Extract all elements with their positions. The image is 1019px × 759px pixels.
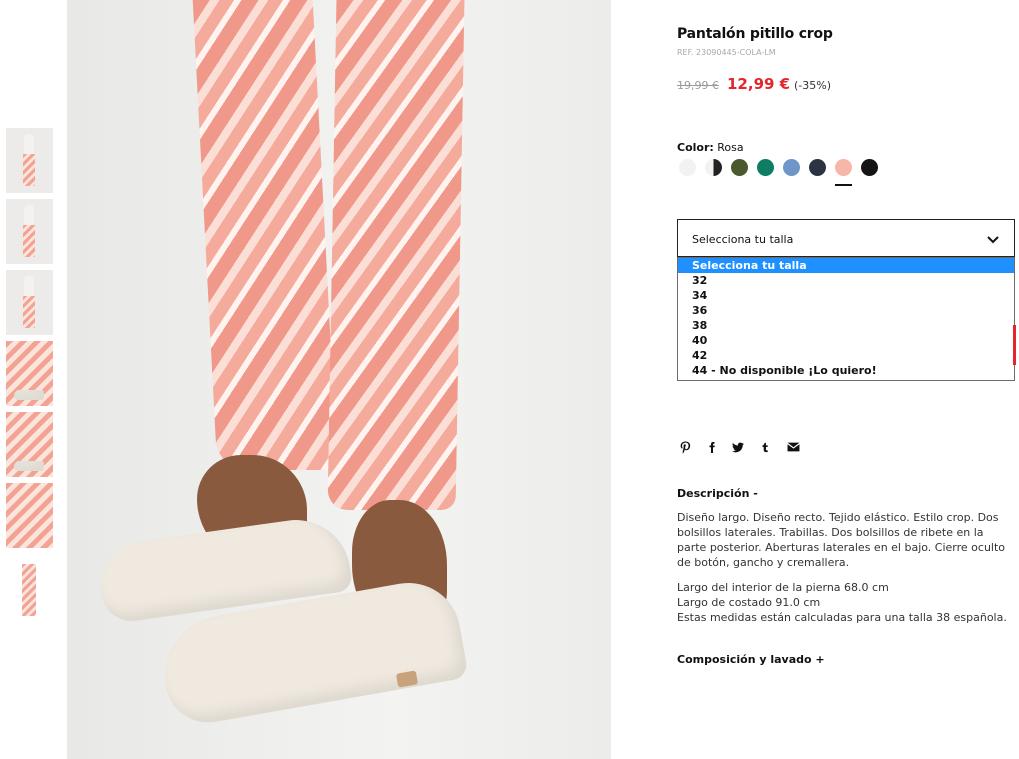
color-swatches (679, 159, 899, 189)
measure-note: Estas medidas están calculadas para una … (677, 611, 1007, 624)
color-swatch-white[interactable] (679, 159, 696, 176)
size-option[interactable]: 40 (678, 333, 1014, 348)
thumbnail-5[interactable] (6, 412, 53, 477)
product-title: Pantalón pitillo crop (677, 26, 833, 42)
trouser-leg-left (192, 0, 338, 470)
twitter-icon[interactable] (730, 439, 746, 455)
selected-color-indicator (835, 184, 852, 186)
thumbnail-2[interactable] (6, 199, 53, 264)
composition-toggle[interactable]: Composición y lavado + (677, 653, 825, 666)
color-swatch-navy[interactable] (809, 159, 826, 176)
size-dropdown-list: Selecciona tu talla 32 34 36 38 40 42 44 - No d… (677, 257, 1015, 381)
measurements: Largo del interior de la pierna 68.0 cm … (677, 580, 1015, 625)
color-swatch-khaki[interactable] (731, 159, 748, 176)
size-option[interactable]: 32 (678, 273, 1014, 288)
color-label-value: Rosa (717, 141, 744, 154)
measure-outseam: Largo de costado 91.0 cm (677, 596, 821, 609)
sale-price: 12,99 € (727, 75, 791, 93)
size-option[interactable]: Selecciona tu talla (678, 258, 1014, 273)
color-swatch-blue[interactable] (783, 159, 800, 176)
thumbnail-7[interactable] (6, 554, 53, 619)
color-label-key: Color: (677, 141, 714, 154)
size-option[interactable]: 36 (678, 303, 1014, 318)
measure-inseam: Largo del interior de la pierna 68.0 cm (677, 581, 889, 594)
product-reference: REF. 23090445-COLA-LM (677, 48, 776, 57)
size-option[interactable]: 34 (678, 288, 1014, 303)
description-text: Diseño largo. Diseño recto. Tejido elást… (677, 511, 1006, 569)
mail-icon[interactable] (785, 439, 801, 455)
pinterest-icon[interactable] (677, 439, 693, 455)
main-product-image[interactable] (67, 0, 611, 759)
thumbnail-gallery (6, 128, 53, 625)
original-price: 19,99 € (677, 79, 719, 92)
thumbnail-6[interactable] (6, 483, 53, 548)
size-option[interactable]: 44 - No disponible ¡Lo quiero! (678, 363, 1014, 378)
size-option[interactable]: 38 (678, 318, 1014, 333)
color-swatch-pink[interactable] (835, 159, 852, 176)
color-swatch-black[interactable] (861, 159, 878, 176)
tumblr-icon[interactable] (757, 439, 773, 455)
color-swatch-black-white[interactable] (705, 159, 722, 176)
chevron-down-icon (987, 236, 999, 244)
size-option[interactable]: 42 (678, 348, 1014, 363)
description-toggle[interactable]: Descripción - (677, 487, 758, 500)
facebook-icon[interactable] (704, 439, 720, 455)
color-label: Color: Rosa (677, 141, 744, 154)
color-swatch-green[interactable] (757, 159, 774, 176)
discount-percentage: (-35%) (794, 79, 832, 92)
size-select-value: Selecciona tu talla (692, 233, 794, 246)
thumbnail-4[interactable] (6, 341, 53, 406)
trouser-leg-right (327, 0, 465, 510)
thumbnail-3[interactable] (6, 270, 53, 335)
share-icons (677, 439, 817, 455)
size-select[interactable]: Selecciona tu talla (677, 219, 1015, 257)
thumbnail-1[interactable] (6, 128, 53, 193)
add-to-bag-button-edge[interactable] (1013, 325, 1016, 365)
